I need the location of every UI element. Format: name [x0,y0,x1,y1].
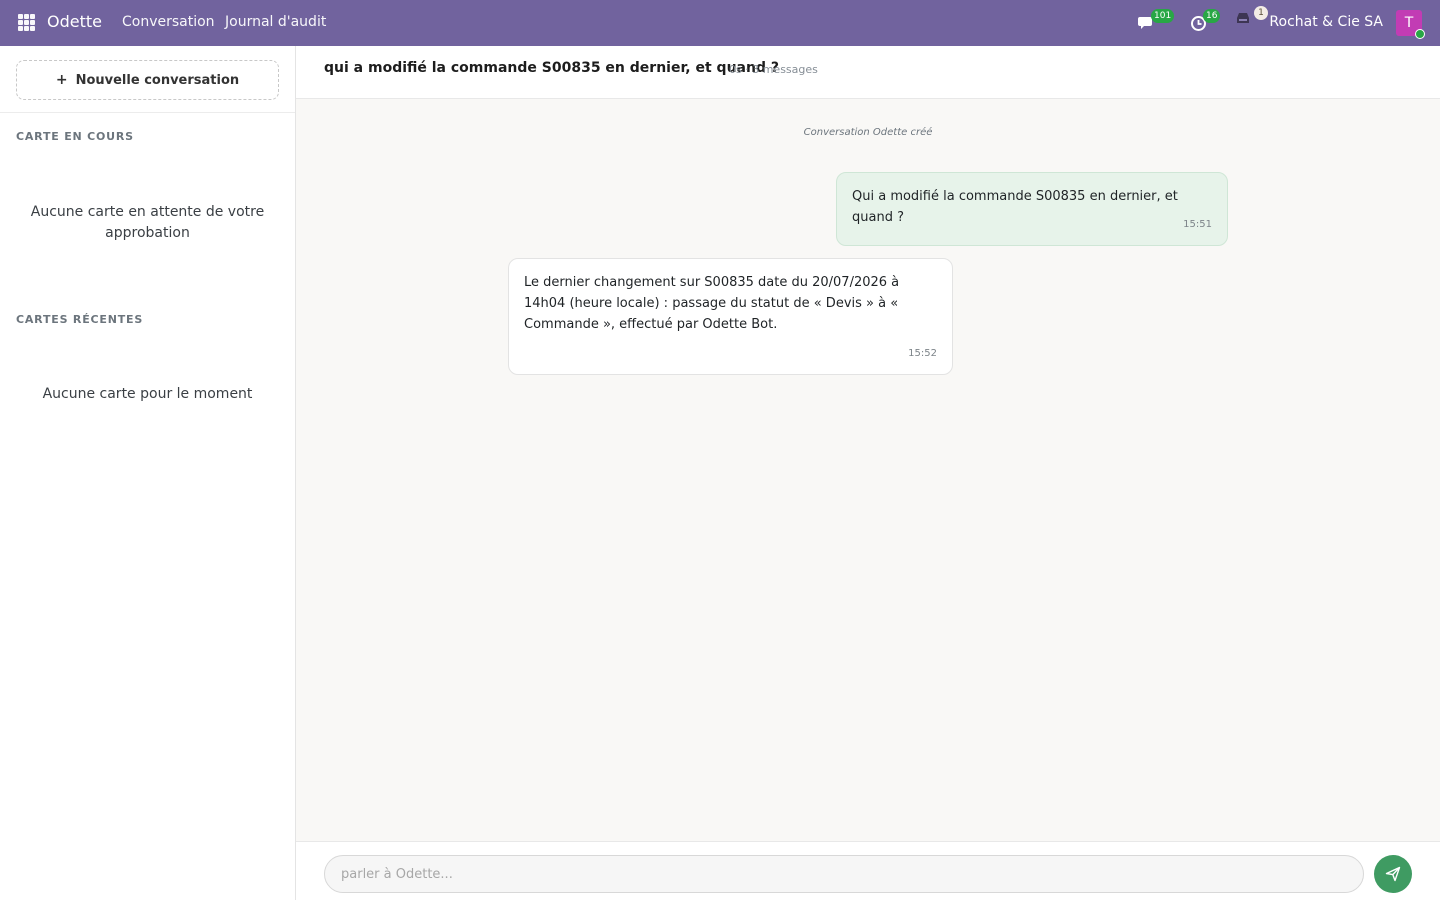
user-avatar[interactable]: T [1396,10,1425,39]
message-time: 15:52 [908,348,937,359]
app-brand[interactable]: Odette [47,12,102,31]
assistant-message: Le dernier changement sur S00835 date du… [508,258,953,375]
activities-button[interactable]: 16 [1190,9,1221,32]
system-note: Conversation Odette créé [803,127,933,138]
avatar-initial: T [1404,15,1414,31]
sidebar-divider [0,112,295,113]
company-switcher[interactable]: Rochat & Cie SA [1269,14,1383,30]
new-conversation-label: Nouvelle conversation [75,72,240,88]
messages-button[interactable]: 101 [1138,9,1175,32]
recent-cards-empty: Aucune carte pour le moment [42,386,253,402]
sidebar: + Nouvelle conversation CARTE EN COURS A… [0,46,296,900]
notifications-count-badge: 1 [1254,6,1268,20]
activities-count-badge: 16 [1203,9,1221,23]
recent-cards-title: CARTES RÉCENTES [16,313,144,326]
message-input[interactable] [324,855,1364,893]
message-text: Qui a modifié la commande S00835 en dern… [852,189,1178,225]
chat-panel: qui a modifié la commande S00835 en dern… [296,46,1440,900]
inbox-icon [1237,13,1249,23]
chat-title: qui a modifié la commande S00835 en dern… [324,60,779,76]
plus-icon: + [55,72,68,88]
messages-count-badge: 101 [1151,9,1175,23]
new-conversation-button[interactable]: + Nouvelle conversation [16,60,279,100]
send-button[interactable] [1374,855,1412,893]
chat-header: qui a modifié la commande S00835 en dern… [296,46,1440,99]
online-status-dot [1415,29,1425,39]
message-text: Le dernier changement sur S00835 date du… [524,275,900,332]
paper-plane-icon [1385,866,1401,882]
chat-meta: 0s · 3 messages [729,63,818,76]
menu-audit-journal[interactable]: Journal d'audit [225,14,326,30]
composer [296,841,1440,900]
menu-conversation[interactable]: Conversation [122,14,215,30]
user-message: Qui a modifié la commande S00835 en dern… [836,172,1228,246]
message-time: 15:51 [1183,219,1212,230]
current-cards-title: CARTE EN COURS [16,130,134,143]
apps-grid-icon[interactable] [18,14,35,31]
top-navbar: Odette Conversation Journal d'audit 101 … [0,0,1440,46]
current-cards-empty: Aucune carte en attente de votre approba… [30,204,265,241]
notifications-button[interactable]: 1 [1235,6,1268,28]
